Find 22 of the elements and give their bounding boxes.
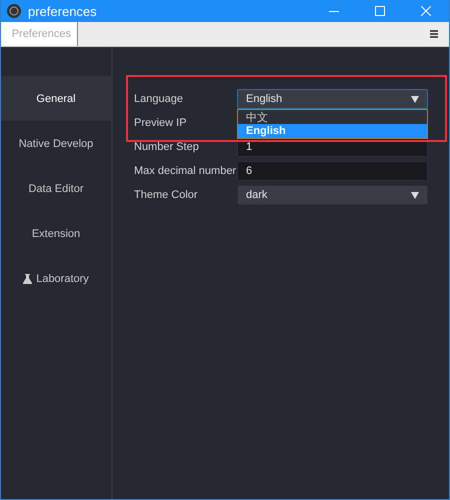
setting-label: Max decimal number — [134, 165, 237, 177]
window-title: preferences — [28, 4, 98, 18]
sidebar-item[interactable]: Native Develop — [1, 121, 111, 166]
sidebar-item[interactable]: Laboratory — [1, 256, 111, 301]
caret-icon — [411, 192, 419, 198]
input-field[interactable]: 6 — [237, 161, 428, 181]
flask-icon — [23, 274, 32, 284]
dropdown[interactable]: dark — [237, 185, 428, 205]
dropdown-option[interactable]: 中文 — [238, 110, 427, 124]
setting-label: Number Step — [134, 141, 200, 153]
caret-icon — [411, 96, 419, 102]
dropdown[interactable]: English — [237, 89, 428, 109]
sidebar-item[interactable]: Data Editor — [1, 166, 111, 211]
app-logo-icon — [7, 4, 21, 18]
setting-label: Theme Color — [134, 189, 199, 201]
sidebar-item[interactable]: General — [1, 76, 111, 121]
sidebar-item[interactable]: Extension — [1, 211, 111, 256]
close-icon — [421, 6, 431, 16]
setting-label: Language — [134, 93, 184, 105]
menu-icon — [430, 30, 438, 38]
maximize-icon — [375, 6, 385, 16]
setting-label: Preview IP — [134, 117, 188, 129]
